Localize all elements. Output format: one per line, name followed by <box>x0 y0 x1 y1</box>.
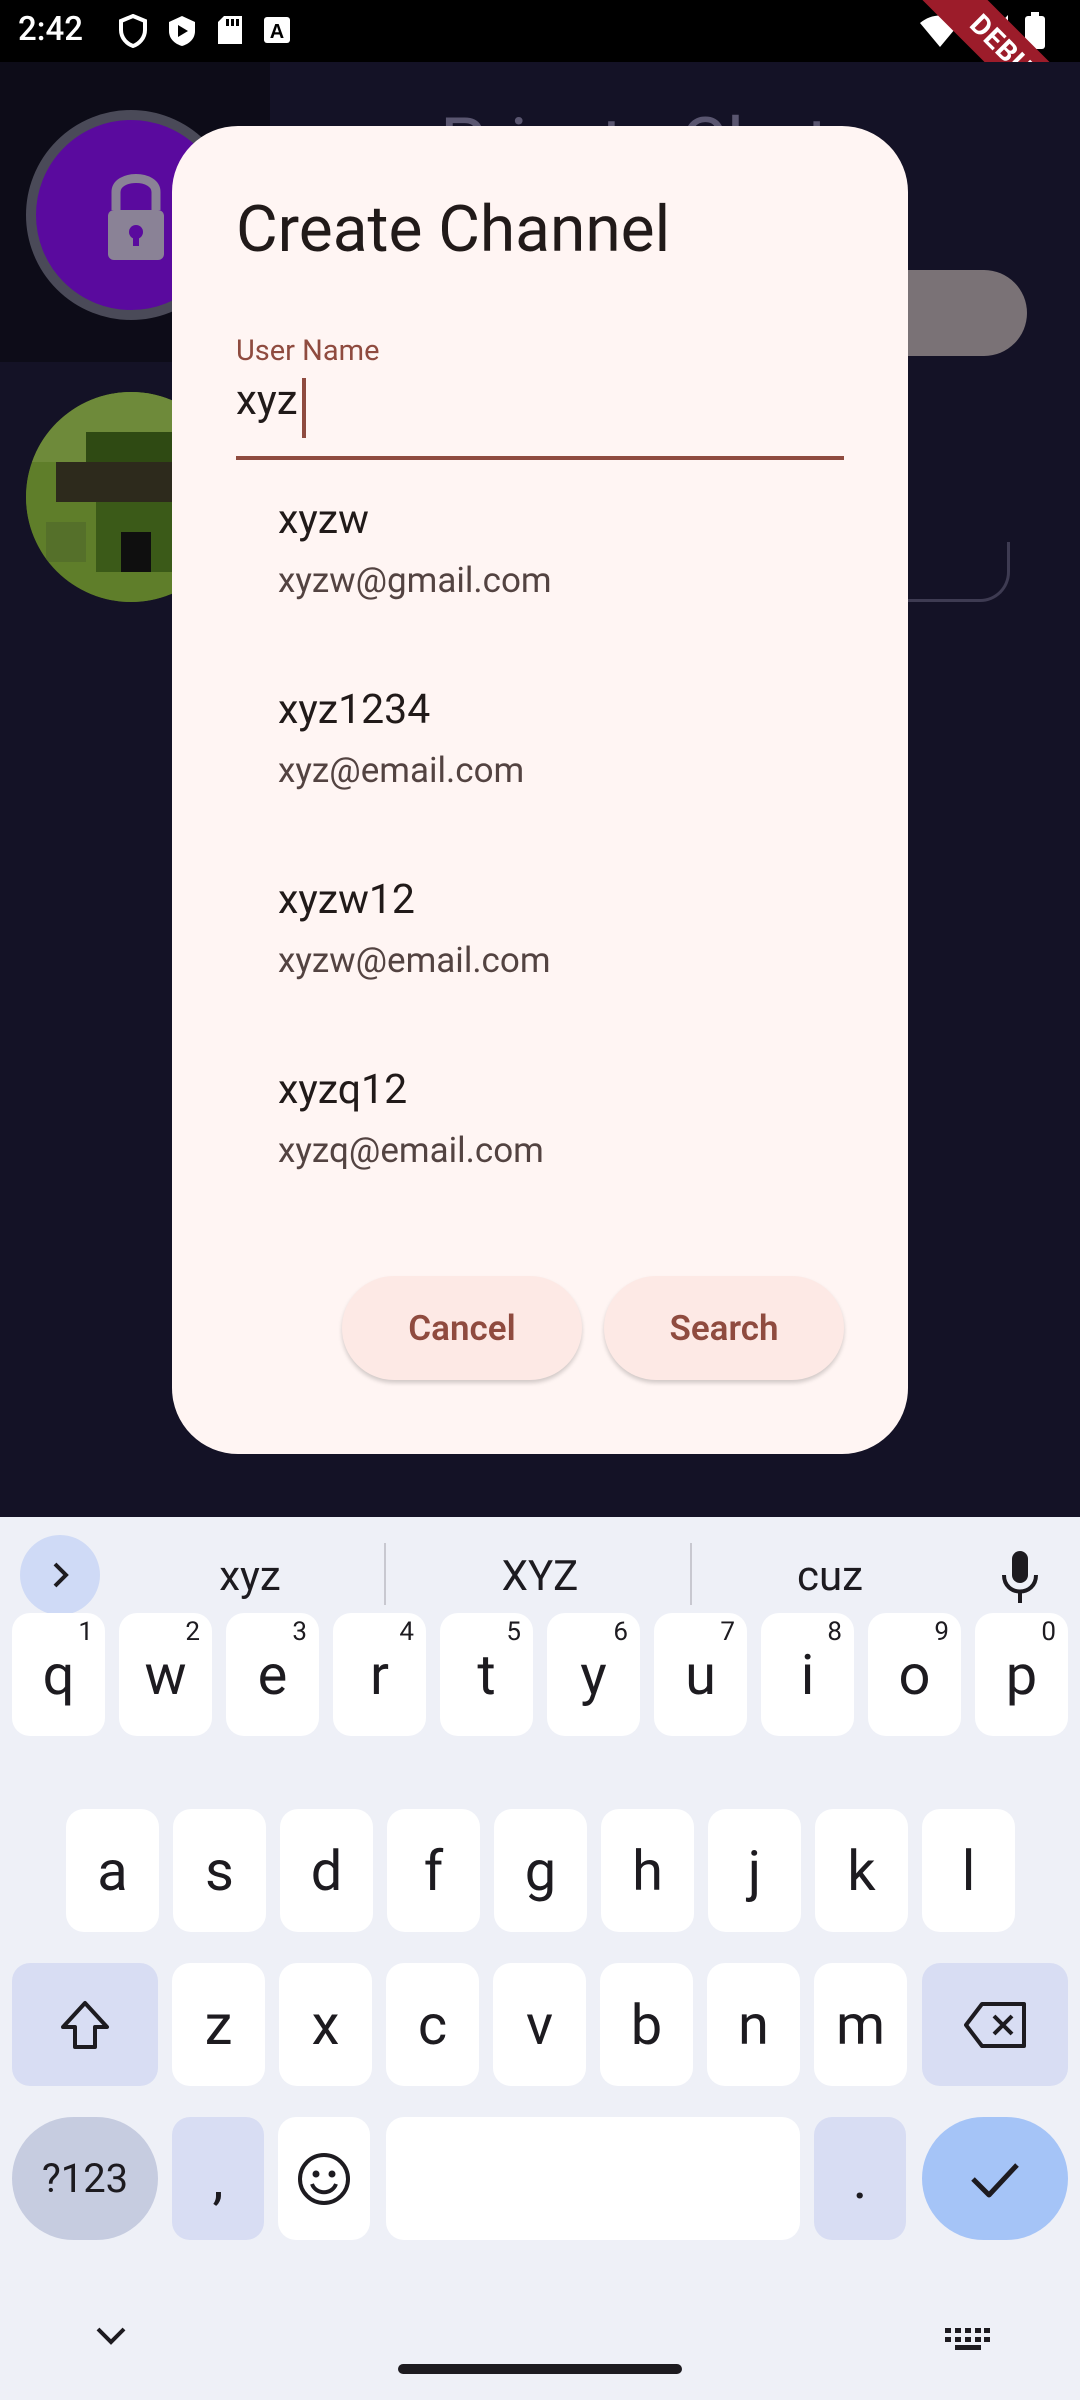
user-suggestion-list: xyzw xyzw@gmail.com xyz1234 xyz@email.co… <box>236 496 844 1256</box>
key-label: i <box>800 1641 815 1708</box>
key-number-hint: 4 <box>399 1617 414 1647</box>
checkmark-icon <box>971 2162 1019 2197</box>
key-label: y <box>580 1641 607 1708</box>
key-f[interactable]: f <box>387 1809 480 1932</box>
microphone-icon <box>1002 1551 1038 1603</box>
key-q[interactable]: q1 <box>12 1613 105 1736</box>
suggestion-item[interactable]: xyz1234 xyz@email.com <box>236 686 844 876</box>
key-label: t <box>477 1641 496 1708</box>
text-cursor <box>302 378 306 438</box>
key-z[interactable]: z <box>172 1963 265 2086</box>
key-i[interactable]: i8 <box>761 1613 854 1736</box>
key-e[interactable]: e3 <box>226 1613 319 1736</box>
suggestion-name: xyz1234 <box>278 686 431 734</box>
key-j[interactable]: j <box>708 1809 801 1932</box>
key-y[interactable]: y6 <box>547 1613 640 1736</box>
key-label: r <box>370 1641 389 1708</box>
user-name-label: User Name <box>236 334 380 368</box>
space-key[interactable] <box>386 2117 800 2240</box>
key-v[interactable]: v <box>493 1963 586 2086</box>
key-number-hint: 7 <box>720 1617 735 1647</box>
home-indicator[interactable] <box>398 2364 682 2374</box>
keyboard-suggestion[interactable]: xyz <box>140 1541 360 1611</box>
expand-toolbar-button[interactable] <box>20 1535 100 1615</box>
emoji-icon <box>298 2152 350 2205</box>
key-b[interactable]: b <box>600 1963 693 2086</box>
key-number-hint: 0 <box>1041 1617 1056 1647</box>
suggestion-item[interactable]: xyzq12 xyzq@email.com <box>236 1066 844 1256</box>
key-label: u <box>685 1641 716 1708</box>
key-label: e <box>257 1641 288 1708</box>
sd-card-icon <box>218 16 242 44</box>
key-label: w <box>144 1641 187 1708</box>
keyboard-suggestion[interactable]: XYZ <box>420 1541 660 1611</box>
keyboard-a-icon: A <box>264 17 290 43</box>
key-number-hint: 9 <box>934 1617 949 1647</box>
key-number-hint: 8 <box>827 1617 842 1647</box>
key-k[interactable]: k <box>815 1809 908 1932</box>
voice-input-button[interactable] <box>990 1537 1050 1617</box>
input-underline <box>236 456 844 460</box>
key-c[interactable]: c <box>386 1963 479 2086</box>
suggestion-email: xyzw@email.com <box>278 940 551 981</box>
key-w[interactable]: w2 <box>119 1613 212 1736</box>
hide-keyboard-icon[interactable] <box>94 2325 128 2347</box>
key-number-hint: 5 <box>506 1617 521 1647</box>
suggestion-email: xyzw@gmail.com <box>278 560 552 601</box>
key-a[interactable]: a <box>66 1809 159 1932</box>
period-key[interactable]: . <box>814 2117 906 2240</box>
key-n[interactable]: n <box>707 1963 800 2086</box>
key-label: q <box>42 1641 75 1708</box>
status-bar: 2:42 A DEBUG <box>0 0 1080 162</box>
cancel-button[interactable]: Cancel <box>342 1276 582 1380</box>
emoji-key[interactable] <box>278 2117 370 2240</box>
key-number-hint: 3 <box>292 1617 307 1647</box>
key-l[interactable]: l <box>922 1809 1015 1932</box>
suggestion-item[interactable]: xyzw12 xyzw@email.com <box>236 876 844 1066</box>
key-number-hint: 6 <box>613 1617 628 1647</box>
suggestion-email: xyzq@email.com <box>278 1130 544 1171</box>
shield-icon <box>119 14 147 48</box>
enter-key[interactable] <box>922 2117 1068 2240</box>
key-number-hint: 1 <box>78 1617 93 1647</box>
notification-icons: A <box>118 14 292 48</box>
key-s[interactable]: s <box>173 1809 266 1932</box>
suggestion-email: xyz@email.com <box>278 750 525 791</box>
keyboard-suggestion[interactable]: cuz <box>720 1541 940 1611</box>
symbols-key[interactable]: ?123 <box>12 2117 158 2240</box>
user-name-input[interactable]: xyz <box>236 376 298 425</box>
shift-icon <box>61 2000 109 2049</box>
status-time: 2:42 <box>18 10 83 49</box>
key-p[interactable]: p0 <box>975 1613 1068 1736</box>
dialog-title: Create Channel <box>236 192 671 267</box>
key-t[interactable]: t5 <box>440 1613 533 1736</box>
key-x[interactable]: x <box>279 1963 372 2086</box>
key-o[interactable]: o9 <box>868 1613 961 1736</box>
backspace-key[interactable] <box>922 1963 1068 2086</box>
key-label: o <box>898 1641 931 1708</box>
key-number-hint: 2 <box>185 1617 200 1647</box>
suggestion-name: xyzq12 <box>278 1066 408 1114</box>
svg-text:A: A <box>270 21 284 43</box>
key-u[interactable]: u7 <box>654 1613 747 1736</box>
backspace-icon <box>964 2001 1026 2048</box>
comma-key[interactable]: , <box>172 2117 264 2240</box>
play-protect-icon <box>169 16 195 46</box>
key-h[interactable]: h <box>601 1809 694 1932</box>
keyboard-switch-icon[interactable] <box>944 2327 990 2351</box>
suggestion-name: xyzw12 <box>278 876 415 924</box>
search-button[interactable]: Search <box>604 1276 844 1380</box>
key-m[interactable]: m <box>814 1963 907 2086</box>
key-d[interactable]: d <box>280 1809 373 1932</box>
shift-key[interactable] <box>12 1963 158 2086</box>
key-g[interactable]: g <box>494 1809 587 1932</box>
key-label: p <box>1005 1641 1038 1708</box>
soft-keyboard: xyz XYZ cuz q1w2e3r4t5y6u7i8o9p0 asdfghj… <box>0 1517 1080 2400</box>
create-channel-dialog: Create Channel User Name xyz xyzw xyzw@g… <box>172 126 908 1454</box>
key-r[interactable]: r4 <box>333 1613 426 1736</box>
suggestion-item[interactable]: xyzw xyzw@gmail.com <box>236 496 844 686</box>
chevron-right-icon <box>53 1562 69 1588</box>
suggestion-name: xyzw <box>278 496 369 544</box>
